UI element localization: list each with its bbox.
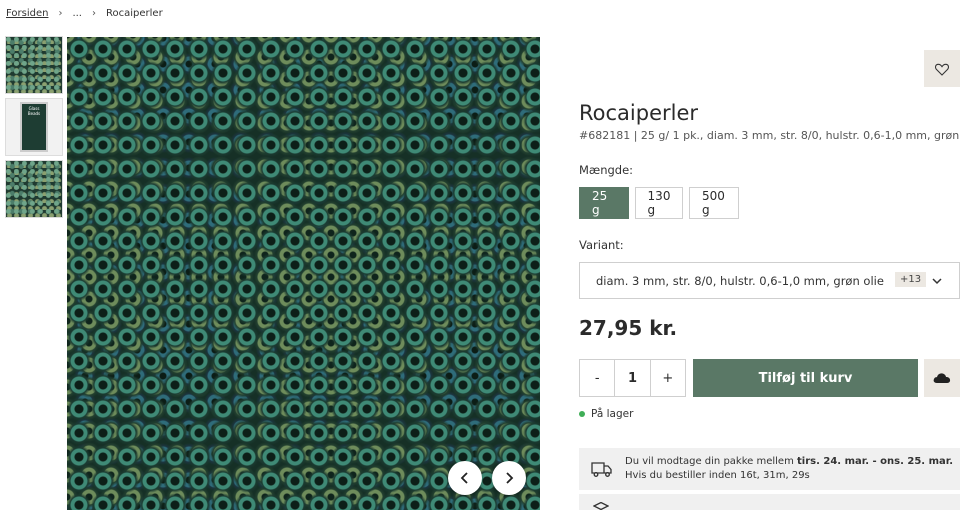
delivery-prefix: Du vil modtage din pakke mellem xyxy=(625,456,798,467)
quantity-stepper: - 1 + xyxy=(579,359,686,397)
add-to-cart-button[interactable]: Tilføj til kurv xyxy=(693,359,918,397)
thumbnail-list: Glass Beads xyxy=(5,36,63,222)
stock-dot-icon xyxy=(579,411,585,417)
favorite-button[interactable] xyxy=(924,50,960,87)
variant-value: diam. 3 mm, str. 8/0, hulstr. 0,6-1,0 mm… xyxy=(596,273,884,288)
quantity-label: Mængde: xyxy=(579,163,634,177)
cloud-button[interactable] xyxy=(924,359,960,397)
pack-label: Glass Beads xyxy=(27,106,41,116)
stock-status: På lager xyxy=(579,408,633,420)
pack-image: Glass Beads xyxy=(20,102,48,152)
product-subtitle: #682181 | 25 g/ 1 pk., diam. 3 mm, str. … xyxy=(579,129,960,142)
chevron-right-icon: › xyxy=(58,8,63,19)
thumbnail-beads-2[interactable] xyxy=(5,160,63,218)
chevron-right-icon xyxy=(506,472,514,484)
stock-label: På lager xyxy=(591,408,634,420)
delivery-dates: tirs. 24. mar. - ons. 25. mar. xyxy=(797,456,954,467)
chevron-down-icon xyxy=(932,278,942,285)
delivery-info: Du vil modtage din pakke mellem tirs. 24… xyxy=(579,448,960,490)
next-image-button[interactable] xyxy=(492,461,526,495)
variant-label: Variant: xyxy=(579,238,624,252)
size-option-500g[interactable]: 500 g xyxy=(689,187,739,219)
breadcrumb-current: Rocaiperler xyxy=(106,8,163,19)
breadcrumb-home-link[interactable]: Forsiden xyxy=(6,8,48,19)
variant-count-badge: +13 xyxy=(895,272,927,287)
breadcrumb: Forsiden › ... › Rocaiperler xyxy=(6,8,163,19)
size-option-25g[interactable]: 25 g xyxy=(579,187,629,219)
thumbnail-pack[interactable]: Glass Beads xyxy=(5,98,63,156)
chevron-left-icon xyxy=(460,472,468,484)
size-option-130g[interactable]: 130 g xyxy=(635,187,683,219)
cloud-icon xyxy=(933,373,951,383)
shipping-info xyxy=(579,494,960,510)
quantity-input[interactable]: 1 xyxy=(614,360,651,396)
delivery-deadline: Hvis du bestiller inden 16t, 31m, 29s xyxy=(625,470,810,481)
truck-icon xyxy=(591,462,612,477)
increase-quantity-button[interactable]: + xyxy=(651,360,685,396)
package-icon xyxy=(593,502,609,510)
delivery-text: Du vil modtage din pakke mellem tirs. 24… xyxy=(625,455,953,483)
thumbnail-beads[interactable] xyxy=(5,36,63,94)
heart-icon xyxy=(934,63,950,76)
previous-image-button[interactable] xyxy=(448,461,482,495)
size-options: 25 g 130 g 500 g xyxy=(579,187,739,219)
product-main-image xyxy=(67,37,540,510)
decrease-quantity-button[interactable]: - xyxy=(580,360,614,396)
product-title: Rocaiperler xyxy=(579,101,699,125)
chevron-right-icon: › xyxy=(92,8,96,19)
product-price: 27,95 kr. xyxy=(579,316,678,340)
breadcrumb-ellipsis[interactable]: ... xyxy=(72,8,82,19)
